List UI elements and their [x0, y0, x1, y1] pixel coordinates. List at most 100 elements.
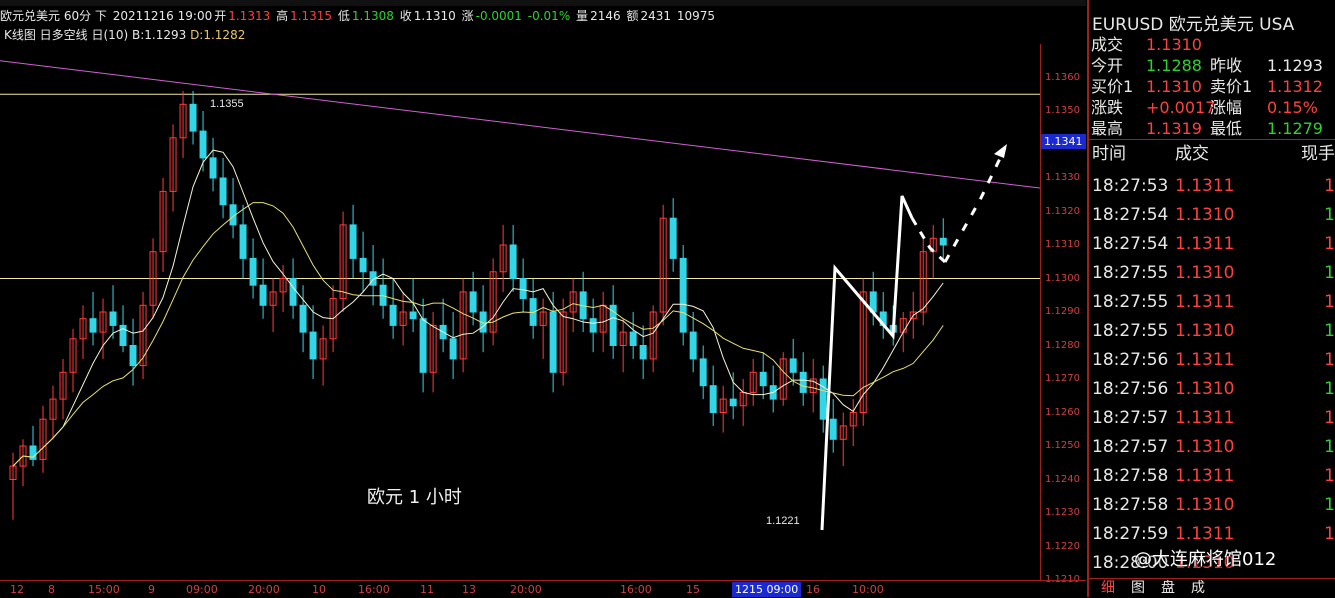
- quote-value-2: 1.1312: [1267, 77, 1323, 96]
- trade-time: 18:27:55: [1092, 292, 1169, 312]
- time-tick: 10: [312, 583, 326, 596]
- price-tick: 1.1250: [1045, 440, 1080, 451]
- quote-panel: EURUSD 欧元兑美元 USA 成交 1.1310 今开 1.1288 昨收 1.129…: [1087, 0, 1335, 597]
- time-tick: 09:00: [186, 583, 218, 596]
- candle: [469, 291, 477, 313]
- indicator-name: K线图 日多空线 日(10): [4, 28, 129, 42]
- indicator-bar: K线图 日多空线 日(10) B:1.1293 D:1.1282: [4, 27, 245, 43]
- quote-tab[interactable]: 细: [1101, 579, 1115, 598]
- time-tick: 15:00: [88, 583, 120, 596]
- quote-tab[interactable]: 图: [1131, 579, 1145, 598]
- trade-time: 18:27:57: [1092, 408, 1169, 428]
- quote-tab[interactable]: 盘: [1161, 579, 1175, 598]
- quote-tab[interactable]: 成: [1191, 579, 1205, 598]
- ma-short-line: [12, 149, 944, 467]
- candle: [379, 284, 387, 306]
- trade-price: 1.1310: [1175, 437, 1235, 457]
- candle: [729, 398, 737, 407]
- candle: [299, 304, 307, 333]
- trade-row[interactable]: 18:27:55 1.1310 1: [1089, 259, 1335, 288]
- low-value: 1.1308: [351, 9, 394, 23]
- header-time: 时间: [1092, 144, 1126, 164]
- trade-row[interactable]: 18:27:58 1.1310 1: [1089, 491, 1335, 520]
- candle: [349, 224, 357, 259]
- trade-price: 1.1310: [1175, 321, 1235, 341]
- candle: [519, 278, 527, 300]
- trade-hand: 1: [1324, 321, 1335, 341]
- change-pct: -0.01%: [527, 9, 571, 23]
- trade-time: 18:27:54: [1092, 205, 1169, 225]
- bar-datetime: 20211216 19:00: [112, 9, 213, 23]
- volume-value: 2146: [590, 9, 621, 23]
- quote-info-bar: 欧元兑美元 60分 下 20211216 19:00 开 1.1313 高 1.131…: [0, 8, 1086, 24]
- quote-row: 成交 1.1310: [1089, 34, 1335, 55]
- trade-price: 1.1310: [1175, 379, 1235, 399]
- trade-row[interactable]: 18:27:55 1.1311 1: [1089, 288, 1335, 317]
- candle: [699, 358, 707, 387]
- trade-hand: 1: [1324, 176, 1335, 196]
- quote-label: 今开: [1091, 56, 1124, 75]
- quote-value: 1.1310: [1146, 35, 1202, 54]
- price-axis[interactable]: 1.13601.13501.13401.13301.13201.13101.13…: [1040, 44, 1087, 585]
- trade-row[interactable]: 18:27:56 1.1311 1: [1089, 346, 1335, 375]
- time-tick: 15: [686, 583, 700, 596]
- trade-row[interactable]: 18:27:53 1.1311 1: [1089, 172, 1335, 201]
- time-tick: 12: [10, 583, 24, 596]
- trade-row[interactable]: 18:27:55 1.1310 1: [1089, 317, 1335, 346]
- ma-long-line: [12, 202, 944, 467]
- quote-value-2: 1.1279: [1267, 119, 1323, 138]
- open-label: 开: [214, 9, 227, 23]
- quote-label-2: 最低: [1210, 119, 1243, 138]
- high-value: 1.1315: [290, 9, 333, 23]
- candle: [509, 244, 517, 279]
- price-tick: 1.1230: [1045, 507, 1080, 518]
- price-tick: 1.1240: [1045, 473, 1080, 485]
- trade-hand: 1: [1324, 234, 1335, 254]
- trade-hand: 1: [1324, 379, 1335, 399]
- trade-hand: 1: [1324, 263, 1335, 283]
- high-label: 高: [276, 9, 289, 23]
- time-axis[interactable]: 12 8 15:00 9 09:00 20:00 10 16:00 11 13 20:00 16:00…: [0, 580, 1086, 598]
- candle: [419, 318, 427, 373]
- candle: [249, 257, 257, 286]
- price-tick: 1.1310: [1045, 239, 1080, 250]
- trade-price: 1.1311: [1175, 176, 1235, 196]
- quote-title-text: EURUSD 欧元兑美元 USA: [1092, 15, 1295, 35]
- time-tick: 9: [148, 583, 155, 596]
- price-tick: 1.1350: [1045, 105, 1080, 116]
- trade-row[interactable]: 18:27:56 1.1310 1: [1089, 375, 1335, 404]
- time-tick: 13: [462, 583, 476, 596]
- trade-row[interactable]: 18:27:58 1.1311 1: [1089, 462, 1335, 491]
- chart-annotation-text: 欧元 1 小时: [367, 487, 462, 508]
- trade-price: 1.1311: [1175, 234, 1235, 254]
- candle: [589, 318, 597, 333]
- quote-tabs: 细图盘成: [1089, 578, 1335, 598]
- quote-row: 涨跌 +0.0017 涨幅 0.15%: [1089, 97, 1335, 118]
- candlestick-chart[interactable]: 1.1355 1.1221: [0, 0, 1040, 580]
- candle: [679, 257, 687, 333]
- time-tick: 16:00: [620, 583, 652, 596]
- candle: [689, 331, 697, 360]
- trade-row[interactable]: 18:27:54 1.1311 1: [1089, 230, 1335, 259]
- candle: [109, 311, 117, 326]
- drawn-path: [820, 195, 914, 531]
- trade-row[interactable]: 18:27:57 1.1310 1: [1089, 433, 1335, 462]
- current-price-marker: 1.1341: [1041, 134, 1086, 150]
- trade-hand: 1: [1324, 292, 1335, 312]
- quote-label-2: 卖价1: [1210, 77, 1253, 96]
- candle: [129, 345, 137, 367]
- trade-row[interactable]: 18:27:54 1.1310 1: [1089, 201, 1335, 230]
- quote-divider: [1089, 139, 1335, 140]
- candle: [409, 311, 417, 320]
- time-tick: 20:00: [510, 583, 542, 596]
- trade-time: 18:27:56: [1092, 379, 1169, 399]
- trade-row[interactable]: 18:27:57 1.1311 1: [1089, 404, 1335, 433]
- trade-hand: 1: [1324, 495, 1335, 515]
- quote-label: 成交: [1091, 35, 1124, 54]
- open-value: 1.1313: [228, 9, 271, 23]
- candle: [549, 311, 557, 373]
- watermark-text: @大连麻将馆012: [1134, 549, 1277, 570]
- indicator-d: D:1.1282: [190, 28, 246, 42]
- price-tick: 1.1220: [1045, 540, 1080, 552]
- quote-title: EURUSD 欧元兑美元 USA: [1092, 10, 1294, 35]
